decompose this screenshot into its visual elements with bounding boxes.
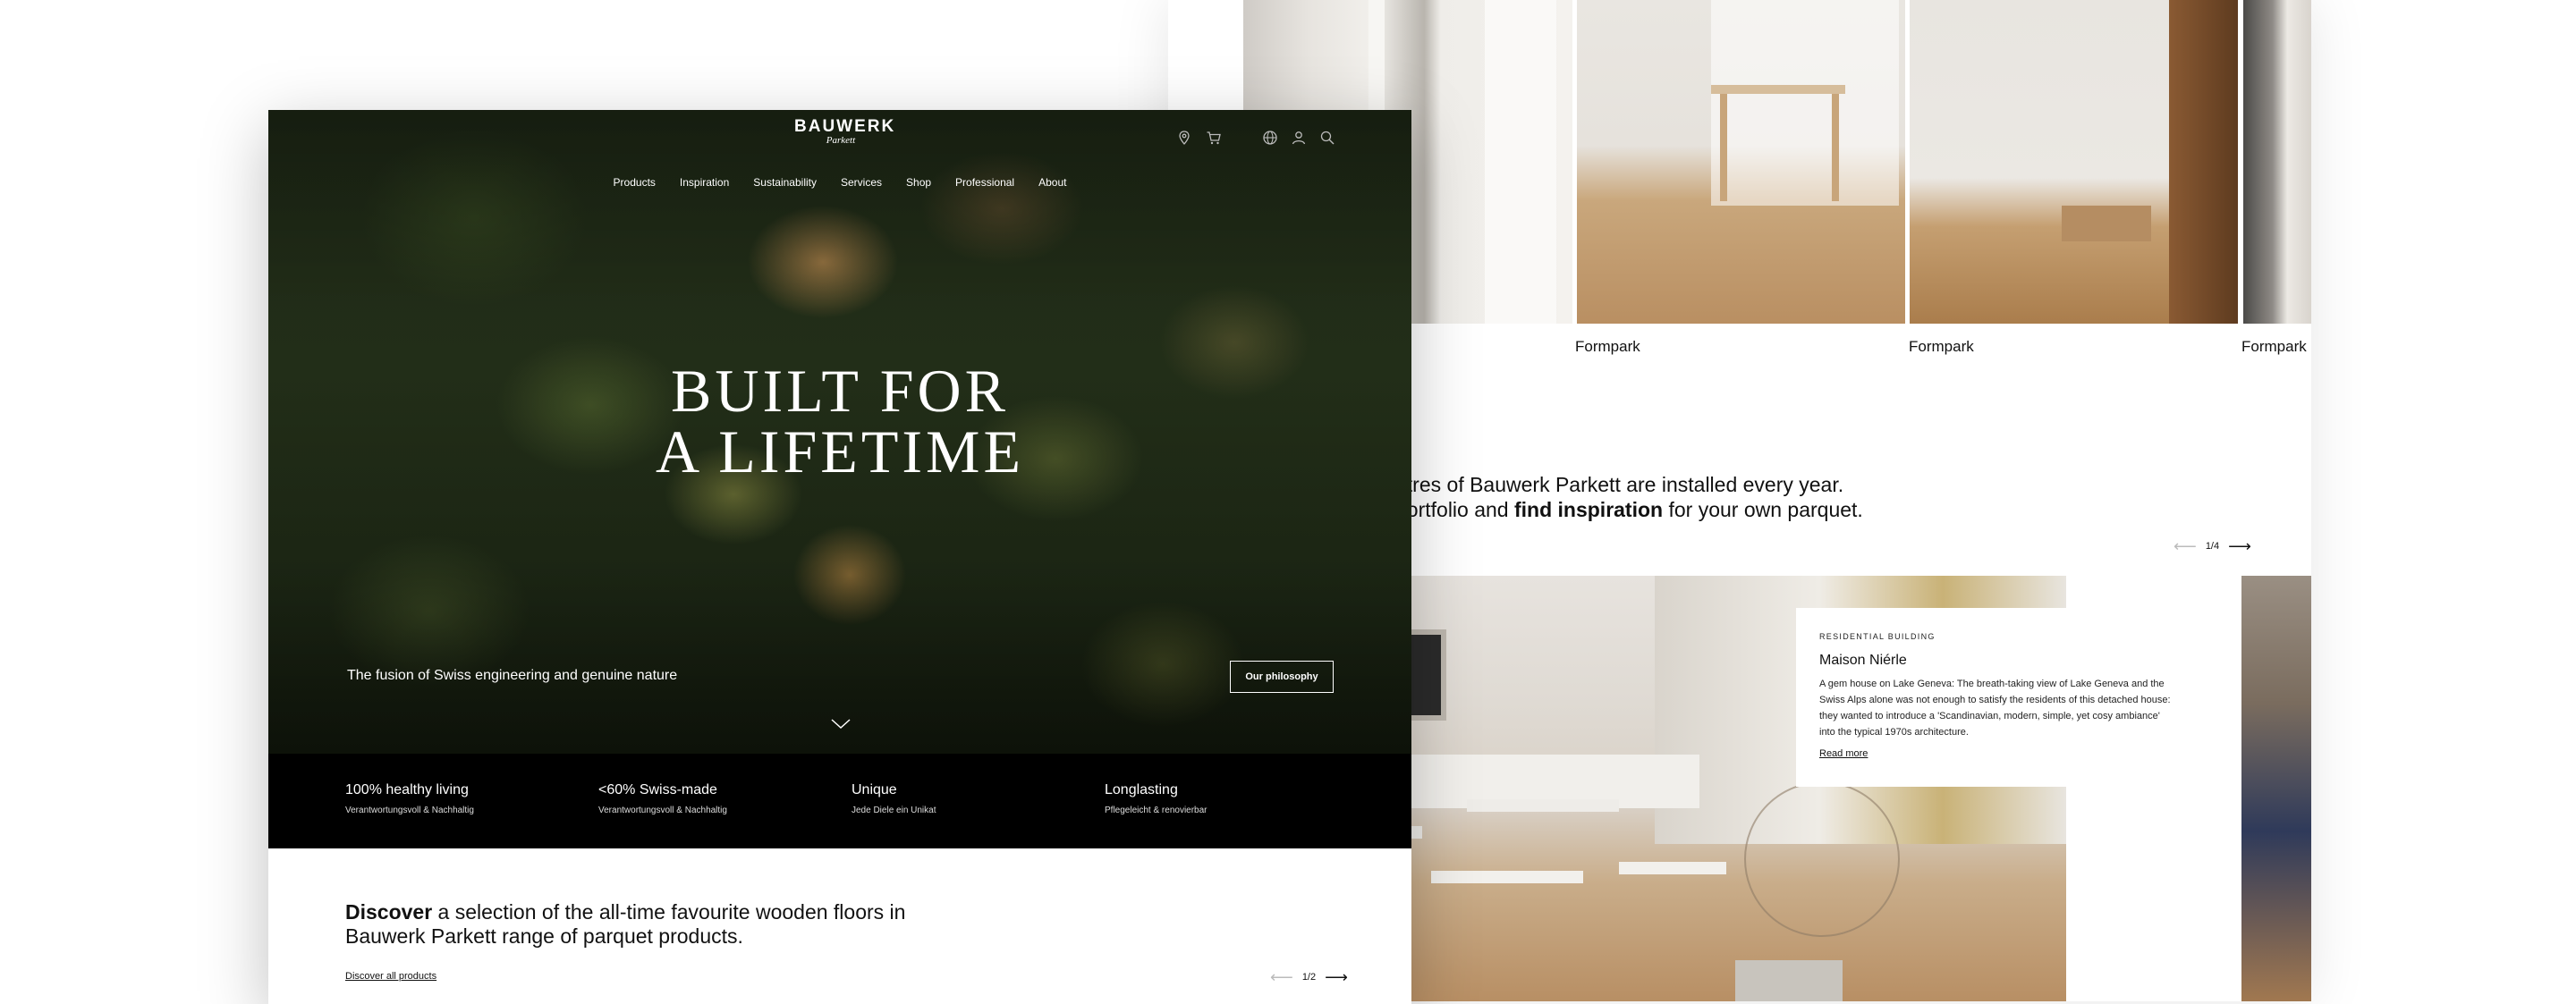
next-arrow-icon[interactable]: ⟶ <box>1325 969 1348 985</box>
project-description: A gem house on Lake Geneva: The breath-t… <box>1819 679 2171 738</box>
project-card: RESIDENTIAL BUILDING Maison Niérle A gem… <box>1796 608 2204 787</box>
products-pager: ⟵ 1/2 ⟶ <box>1270 969 1348 985</box>
intro-line-2: portfolio and find inspiration for your … <box>1395 498 1863 521</box>
hero-headline-line-2: A LIFETIME <box>655 418 1025 485</box>
location-pin-icon[interactable] <box>1176 130 1192 146</box>
project-pager: ⟵ 1/4 ⟶ <box>2174 538 2251 554</box>
feature-title: Unique <box>852 782 897 797</box>
gallery-image-4[interactable] <box>2243 0 2311 324</box>
pager-count: 1/4 <box>2205 541 2220 552</box>
user-icon[interactable] <box>1291 130 1307 146</box>
project-image-next[interactable] <box>2241 576 2311 1001</box>
discover-all-products-link[interactable]: Discover all products <box>345 971 436 982</box>
gallery-label-1: Formpark <box>1575 338 1640 355</box>
our-philosophy-button[interactable]: Our philosophy <box>1230 661 1334 693</box>
globe-icon[interactable] <box>1262 130 1278 146</box>
front-page-screenshot: BAUWERK Parkett Products Inspiration Sus… <box>268 110 1411 1004</box>
feature-item: Unique Jede Diele ein Unikat <box>852 782 936 815</box>
project-title: Maison Niérle <box>1819 653 1907 668</box>
gallery-image-2[interactable] <box>1577 0 1905 324</box>
logo-brand: BAUWERK <box>794 117 896 136</box>
nav-item-services[interactable]: Services <box>841 176 882 189</box>
nav-item-products[interactable]: Products <box>614 176 656 189</box>
nav-item-professional[interactable]: Professional <box>955 176 1014 189</box>
pager-count: 1/2 <box>1301 972 1317 983</box>
prev-arrow-icon[interactable]: ⟵ <box>2174 538 2197 554</box>
prev-arrow-icon[interactable]: ⟵ <box>1270 969 1293 985</box>
feature-subtitle: Verantwortungsvoll & Nachhaltig <box>598 806 727 815</box>
project-kicker: RESIDENTIAL BUILDING <box>1819 632 1936 641</box>
feature-title: 100% healthy living <box>345 782 469 797</box>
discover-bold: Discover <box>345 900 433 924</box>
feature-title: <60% Swiss-made <box>598 782 717 797</box>
feature-subtitle: Pflegeleicht & renovierbar <box>1105 806 1208 815</box>
feature-item: 100% healthy living Verantwortungsvoll &… <box>345 782 474 815</box>
feature-subtitle: Verantwortungsvoll & Nachhaltig <box>345 806 474 815</box>
feature-item: Longlasting Pflegeleicht & renovierbar <box>1105 782 1208 815</box>
chevron-down-icon[interactable] <box>830 718 852 730</box>
nav-item-sustainability[interactable]: Sustainability <box>753 176 817 189</box>
gallery-image-3[interactable] <box>1910 0 2238 324</box>
hero-subline: The fusion of Swiss engineering and genu… <box>347 668 678 683</box>
inspiration-intro: etres of Bauwerk Parkett are installed e… <box>1395 472 2290 522</box>
gallery-label-3: Formpark <box>2241 338 2307 355</box>
main-nav: Products Inspiration Sustainability Serv… <box>268 176 1411 189</box>
discover-heading: Discover a selection of the all-time fav… <box>345 900 918 949</box>
intro-line-1: etres of Bauwerk Parkett are installed e… <box>1395 473 1844 496</box>
hero-headline: BUILT FOR A LIFETIME <box>268 360 1411 482</box>
feature-subtitle: Jede Diele ein Unikat <box>852 806 936 815</box>
bauwerk-logo[interactable]: BAUWERK Parkett <box>794 117 896 146</box>
nav-item-inspiration[interactable]: Inspiration <box>680 176 729 189</box>
nav-item-about[interactable]: About <box>1038 176 1066 189</box>
cart-icon[interactable] <box>1206 130 1222 146</box>
nav-item-shop[interactable]: Shop <box>906 176 931 189</box>
search-icon[interactable] <box>1319 130 1335 146</box>
feature-title: Longlasting <box>1105 782 1178 797</box>
read-more-link[interactable]: Read more <box>1819 748 1868 759</box>
feature-item: <60% Swiss-made Verantwortungsvoll & Nac… <box>598 782 727 815</box>
hero-headline-line-1: BUILT FOR <box>671 357 1009 425</box>
next-arrow-icon[interactable]: ⟶ <box>2228 538 2251 554</box>
hero-section: BAUWERK Parkett Products Inspiration Sus… <box>268 110 1411 754</box>
feature-bar: 100% healthy living Verantwortungsvoll &… <box>268 754 1411 848</box>
gallery-label-2: Formpark <box>1909 338 1974 355</box>
